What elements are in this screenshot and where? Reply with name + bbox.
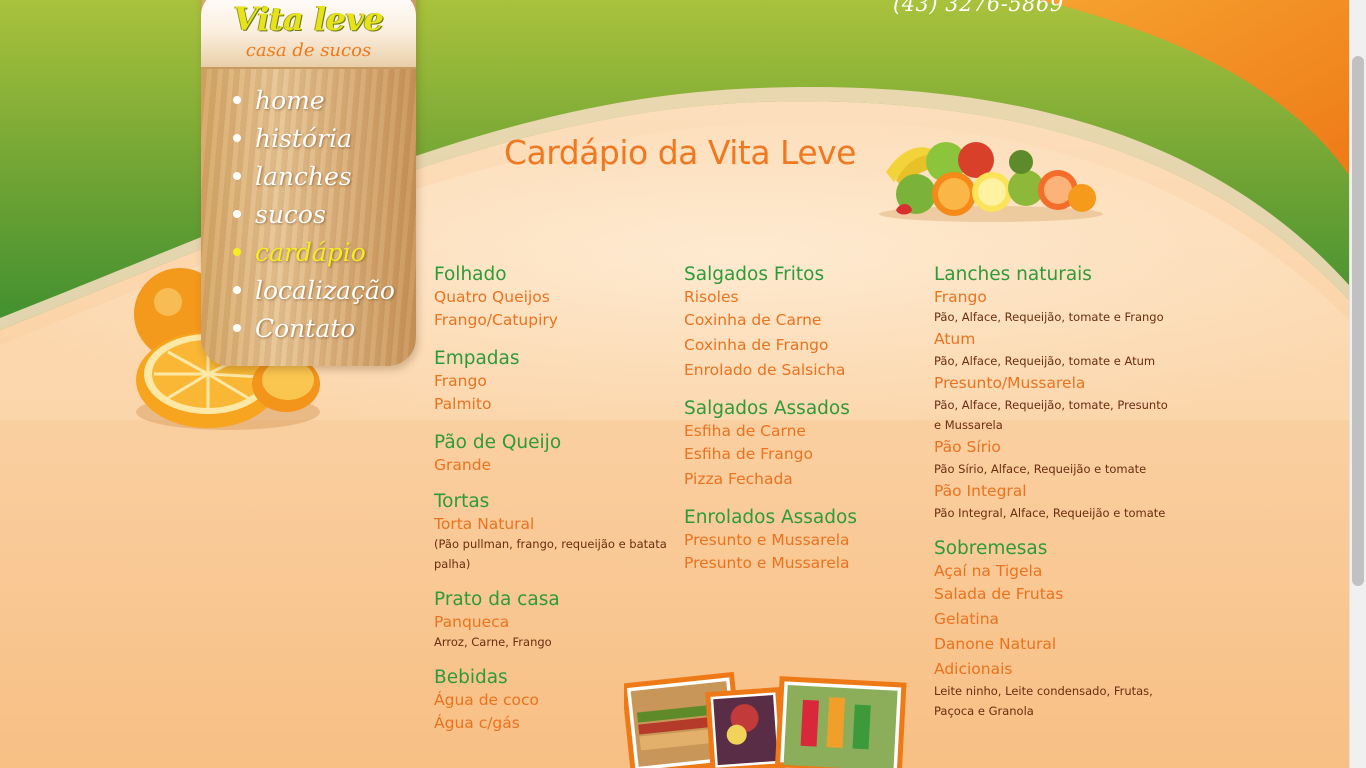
- menu-item-description: Leite ninho, Leite condensado, Frutas, P…: [934, 684, 1153, 718]
- menu-section-title: Lanches naturais: [934, 264, 1092, 285]
- menu-item: Pão Sírio: [934, 438, 1001, 456]
- fruit-image: [879, 142, 1103, 222]
- bullet-icon: [233, 171, 241, 180]
- nav-item-label: sucos: [255, 200, 326, 229]
- menu-section-title: Tortas: [434, 491, 490, 512]
- menu-item: Grande: [434, 456, 492, 474]
- main-nav: home história lanches sucos cardápio localiza…: [233, 82, 395, 348]
- menu-item: Presunto e Mussarela: [684, 554, 850, 572]
- menu-item-description: Arroz, Carne, Frango: [434, 635, 552, 649]
- menu-section: Prato da casa Panqueca Arroz, Carne, Frang…: [434, 589, 669, 652]
- menu-item: Gelatina: [934, 610, 1000, 628]
- menu-section: Sobremesas Açaí na Tigela Salada de Frutas…: [934, 538, 1169, 721]
- menu-item: Açaí na Tigela: [934, 562, 1043, 580]
- menu-section: Salgados Assados Esfiha de Carne Esfiha de…: [684, 398, 919, 492]
- menu-item-description: Pão, Alface, Requeijão, tomate e Frango: [934, 310, 1164, 324]
- menu-item: Torta Natural: [434, 515, 535, 533]
- bullet-icon: [233, 285, 241, 294]
- scrollbar-thumb[interactable]: [1352, 56, 1364, 586]
- menu-item: Quatro Queijos: [434, 288, 550, 306]
- menu-item: Danone Natural: [934, 635, 1057, 653]
- bullet-icon: [233, 133, 241, 142]
- bullet-icon: [233, 247, 241, 256]
- menu-section-title: Salgados Fritos: [684, 264, 825, 285]
- nav-item-4[interactable]: cardápio: [233, 234, 395, 272]
- menu-section: Lanches naturais Frango Pão, Alface, Reque…: [934, 264, 1169, 523]
- menu-column-2: Salgados Fritos Risoles Coxinha de Carne Co…: [684, 264, 919, 591]
- menu-item: Coxinha de Carne: [684, 311, 822, 329]
- menu-section-title: Empadas: [434, 348, 520, 369]
- menu-item: Frango: [934, 288, 987, 306]
- logo-subtitle: casa de sucos: [245, 40, 372, 61]
- menu-section-title: Enrolados Assados: [684, 507, 857, 528]
- menu-section-title: Folhado: [434, 264, 507, 285]
- nav-item-label: home: [255, 86, 325, 115]
- menu-item: Pizza Fechada: [684, 470, 793, 488]
- menu-item: Frango/Catupiry: [434, 311, 558, 329]
- menu-item: Água c/gás: [434, 714, 520, 732]
- menu-column-3: Lanches naturais Frango Pão, Alface, Reque…: [934, 264, 1169, 736]
- menu-item: Presunto e Mussarela: [684, 531, 850, 549]
- bullet-icon: [233, 209, 241, 218]
- menu-section-title: Sobremesas: [934, 538, 1048, 559]
- menu-item-description: (Pão pullman, frango, requeijão e batata…: [434, 537, 667, 571]
- vertical-scrollbar[interactable]: [1349, 0, 1366, 768]
- nav-item-label: localização: [255, 276, 395, 305]
- menu-item: Panqueca: [434, 613, 510, 631]
- menu-item: Palmito: [434, 395, 492, 413]
- menu-section: Salgados Fritos Risoles Coxinha de Carne Co…: [684, 264, 919, 383]
- menu-item: Frango: [434, 372, 487, 390]
- menu-section: Tortas Torta Natural (Pão pullman, frango,…: [434, 491, 669, 574]
- nav-item-label: Contato: [255, 314, 356, 343]
- menu-item: Enrolado de Salsicha: [684, 361, 846, 379]
- nav-item-label: cardápio: [255, 238, 366, 267]
- menu-section: Empadas Frango Palmito: [434, 348, 669, 417]
- menu-item: Risoles: [684, 288, 739, 306]
- menu-item: Esfiha de Carne: [684, 422, 806, 440]
- menu-section-title: Salgados Assados: [684, 398, 850, 419]
- menu-item-description: Pão, Alface, Requeijão, tomate e Atum: [934, 354, 1156, 368]
- menu-item: Adicionais: [934, 660, 1013, 678]
- menu-item: Esfiha de Frango: [684, 445, 813, 463]
- menu-item: Água de coco: [434, 691, 540, 709]
- menu-item-description: Pão Sírio, Alface, Requeijão e tomate: [934, 462, 1147, 476]
- phone-number: (43) 3276-5869: [893, 0, 1064, 16]
- menu-section: Folhado Quatro Queijos Frango/Catupiry: [434, 264, 669, 333]
- page: (43) 3276-5869 Vita leve casa de sucos h…: [0, 0, 1349, 768]
- menu-item: Pão Integral: [934, 482, 1027, 500]
- bullet-icon: [233, 95, 241, 104]
- menu-item-description: Pão Integral, Alface, Requeijão e tomate: [934, 506, 1166, 520]
- nav-item-1[interactable]: história: [233, 120, 395, 158]
- menu-column-1: Folhado Quatro Queijos Frango/Catupiry Empa…: [434, 264, 669, 751]
- logo-title: Vita leve: [233, 0, 384, 38]
- nav-item-3[interactable]: sucos: [233, 196, 395, 234]
- menu-section-title: Prato da casa: [434, 589, 560, 610]
- menu-item: Coxinha de Frango: [684, 336, 829, 354]
- menu-item-description: Pão, Alface, Requeijão, tomate, Presunto…: [934, 398, 1168, 432]
- menu-section: Bebidas Água de coco Água c/gás: [434, 667, 669, 736]
- nav-item-6[interactable]: Contato: [233, 310, 395, 348]
- menu-section-title: Pão de Queijo: [434, 432, 562, 453]
- bullet-icon: [233, 323, 241, 332]
- menu-item: Presunto/Mussarela: [934, 374, 1086, 392]
- menu-item: Atum: [934, 330, 976, 348]
- menu-section: Pão de Queijo Grande: [434, 432, 669, 476]
- nav-item-2[interactable]: lanches: [233, 158, 395, 196]
- nav-item-label: história: [255, 124, 352, 153]
- menu-item: Salada de Frutas: [934, 585, 1064, 603]
- nav-item-0[interactable]: home: [233, 82, 395, 120]
- logo[interactable]: Vita leve casa de sucos: [201, 0, 416, 69]
- nav-item-5[interactable]: localização: [233, 272, 395, 310]
- menu-section: Enrolados Assados Presunto e Mussarela Pre…: [684, 507, 919, 576]
- sidebar: Vita leve casa de sucos home história lanc…: [201, 0, 416, 366]
- nav-item-label: lanches: [255, 162, 352, 191]
- page-title: Cardápio da Vita Leve: [504, 133, 856, 172]
- menu-section-title: Bebidas: [434, 667, 508, 688]
